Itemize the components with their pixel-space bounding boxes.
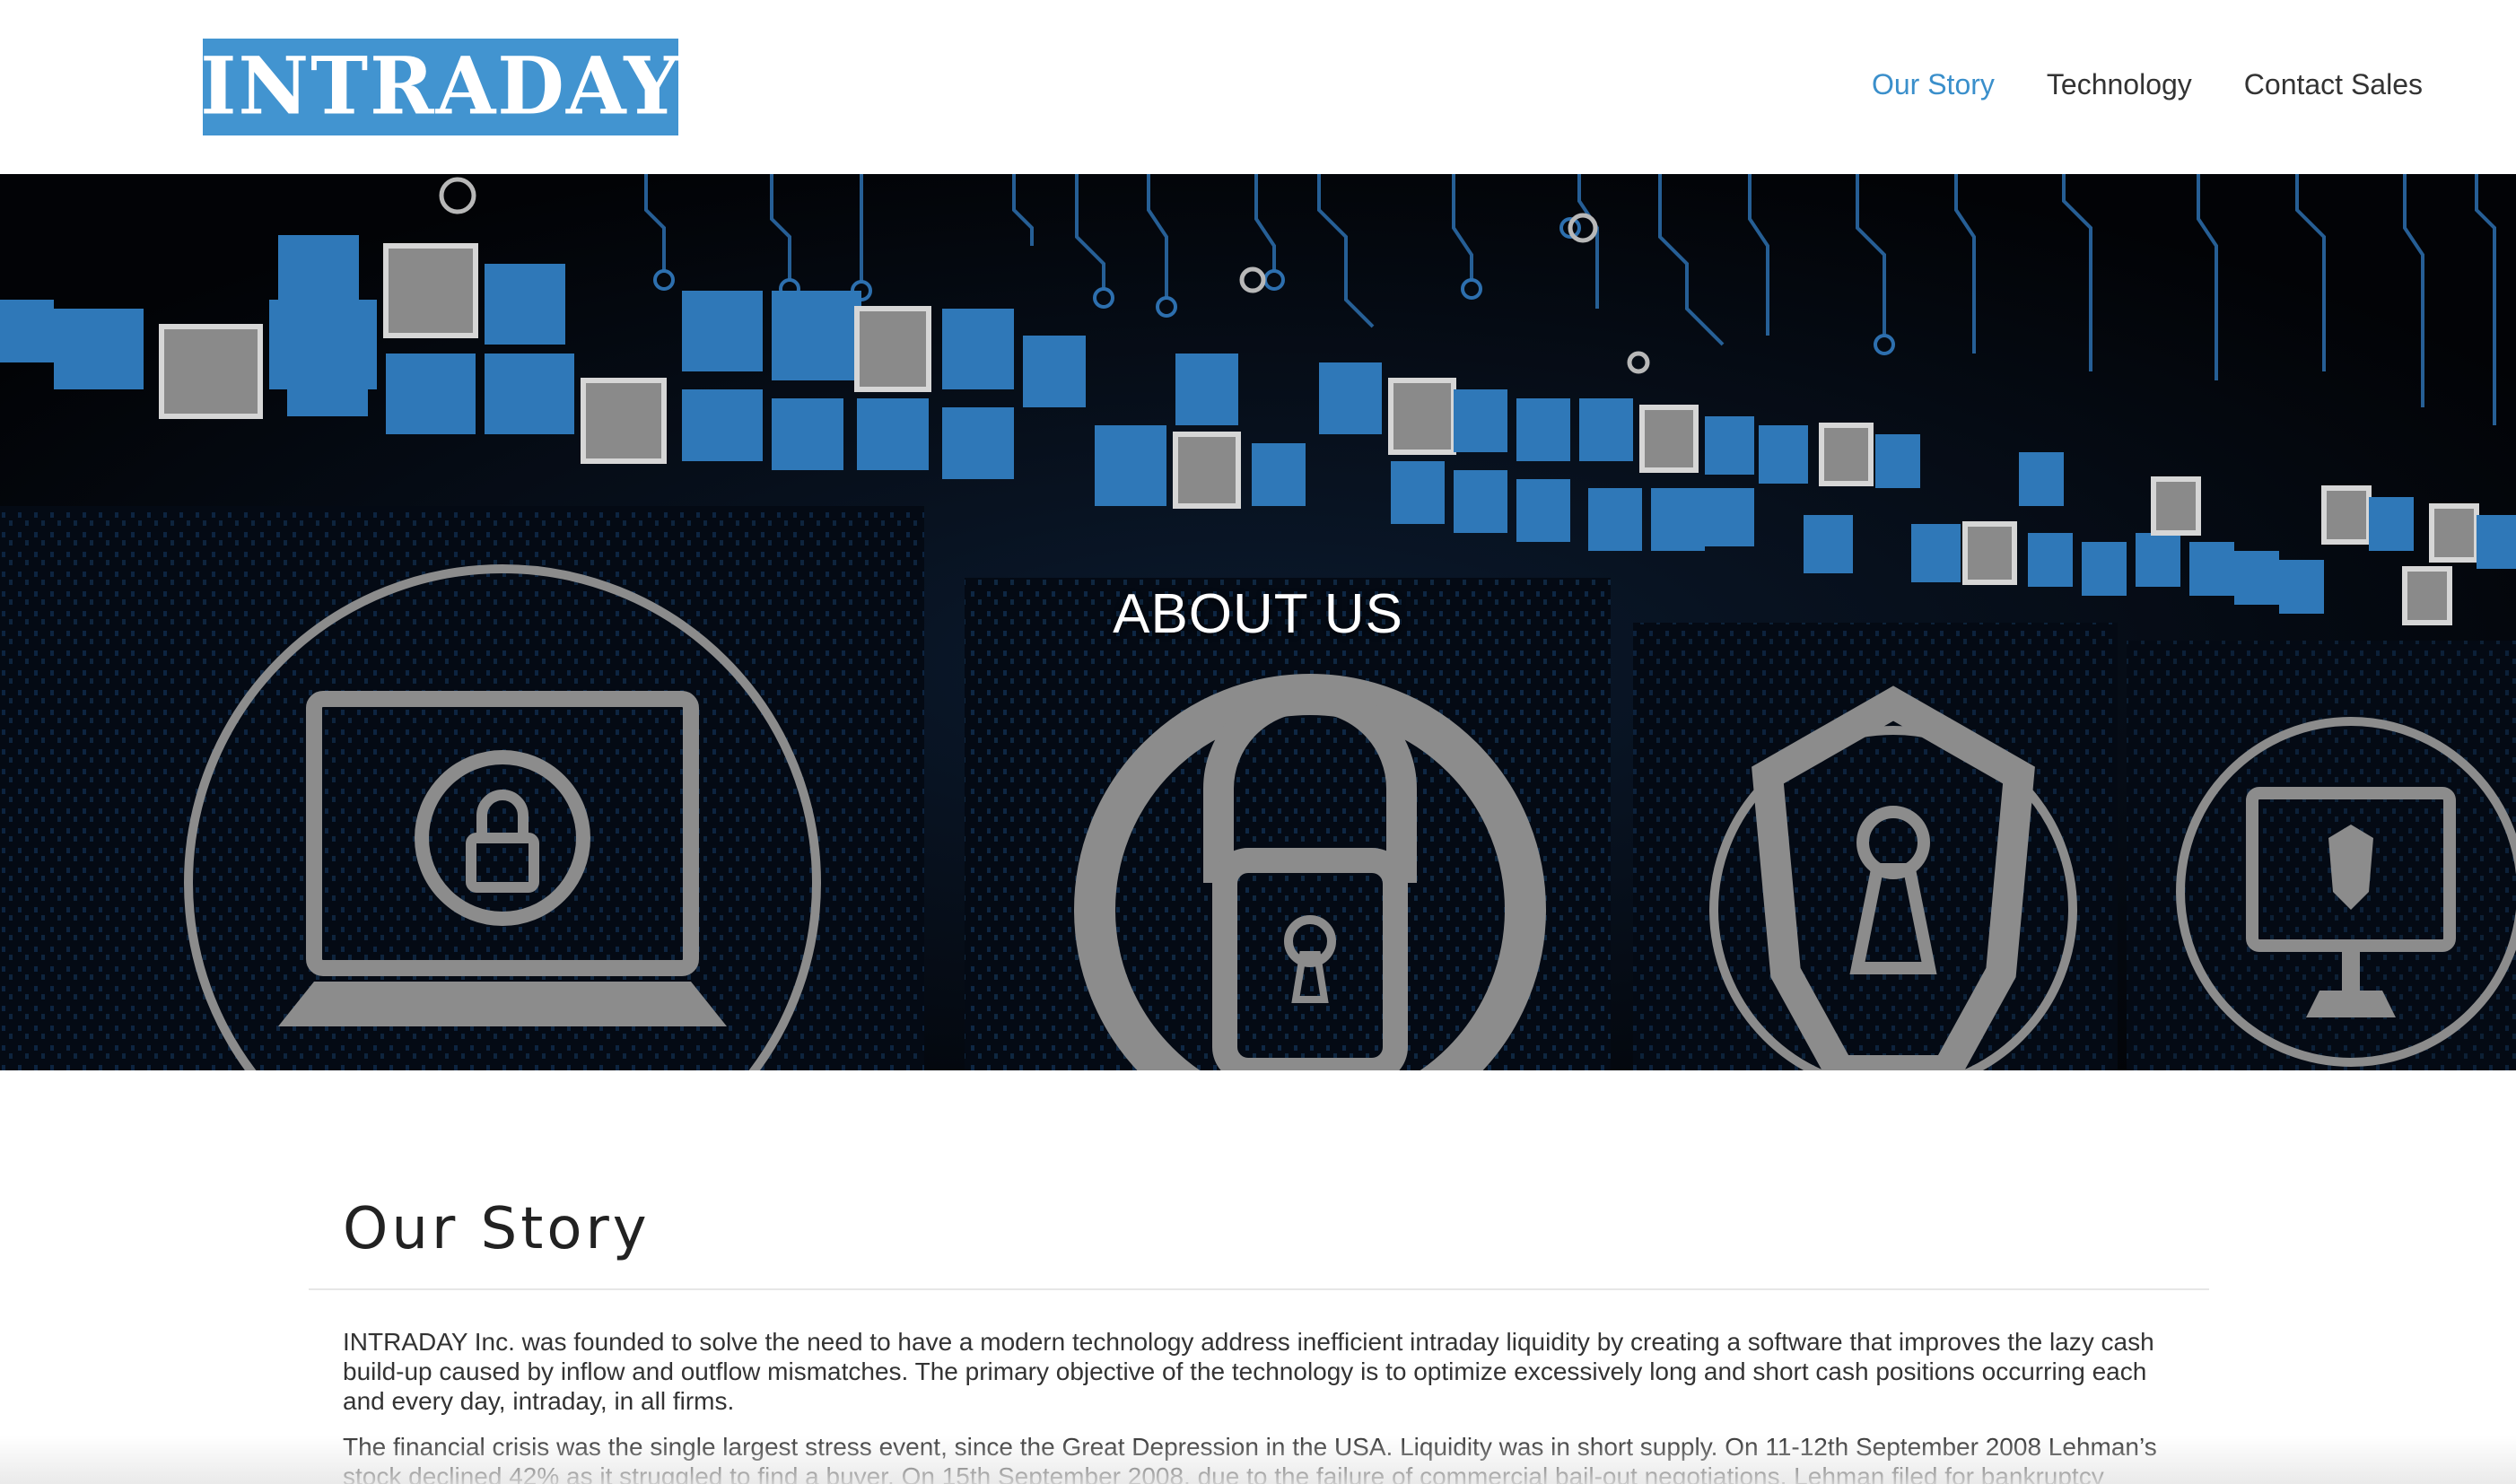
nav-our-story[interactable]: Our Story: [1872, 68, 1995, 101]
section-title: Our Story: [343, 1196, 651, 1262]
hero-banner: ABOUT US: [0, 174, 2516, 1070]
nav-contact-sales[interactable]: Contact Sales: [2244, 68, 2423, 101]
section-divider: [309, 1288, 2209, 1290]
hero-title: ABOUT US: [1113, 583, 1403, 645]
main-nav: Our Story Technology Contact Sales: [1872, 59, 2423, 109]
brand-logo[interactable]: INTRADAY: [200, 39, 681, 135]
page: INTRADAY Our Story Technology Contact Sa…: [0, 0, 2516, 1484]
nav-technology[interactable]: Technology: [2047, 68, 2192, 101]
logo-text: INTRADAY: [200, 39, 681, 134]
site-header: INTRADAY Our Story Technology Contact Sa…: [0, 0, 2516, 174]
monitor-shield-icon: [2176, 717, 2516, 1067]
story-paragraph: The financial crisis was the single larg…: [343, 1433, 2157, 1484]
padlock-icon: [1074, 674, 1546, 1070]
shield-keyhole-icon: [1709, 685, 2077, 1070]
story-paragraph: INTRADAY Inc. was founded to solve the n…: [343, 1328, 2154, 1415]
